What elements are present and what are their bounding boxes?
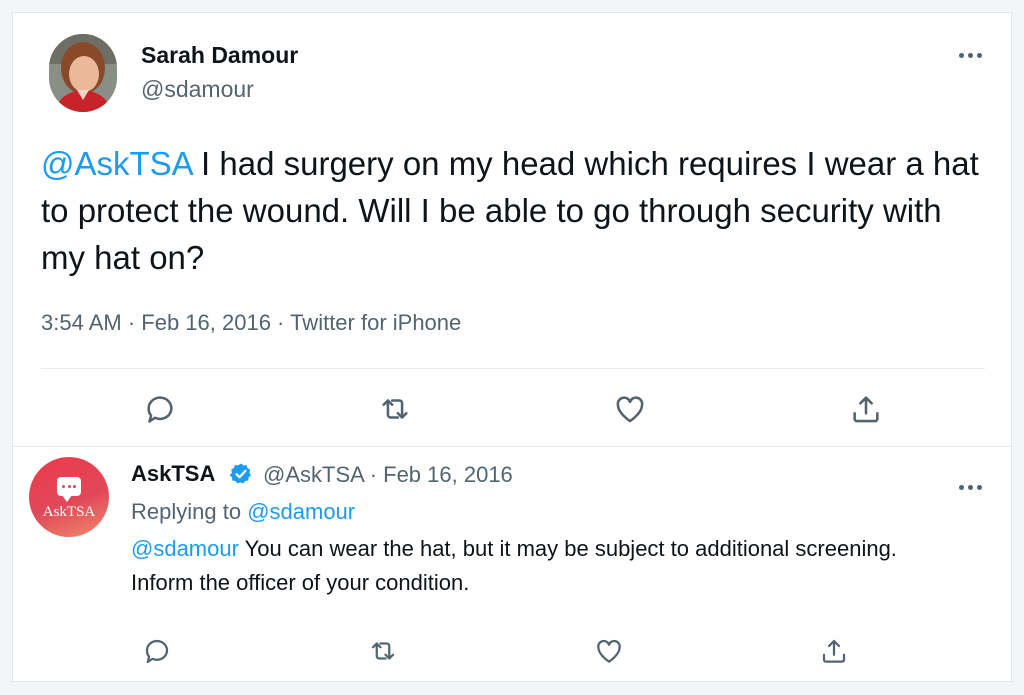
more-options-icon[interactable] (955, 47, 985, 63)
reply-mention-link[interactable]: @sdamour (131, 536, 239, 561)
chat-bubble-icon (57, 477, 81, 502)
replying-to-link[interactable]: @sdamour (247, 499, 355, 524)
author-avatar[interactable] (49, 34, 117, 112)
share-icon[interactable] (814, 631, 854, 671)
tweet-thread-card: Sarah Damour @sdamour @AskTSA I had surg… (12, 12, 1012, 682)
like-icon[interactable] (610, 389, 650, 429)
share-icon[interactable] (846, 389, 886, 429)
retweet-icon[interactable] (363, 631, 403, 671)
tweet-timestamp[interactable]: 3:54 AM · Feb 16, 2016 · Twitter for iPh… (41, 310, 461, 336)
reply-handle-date[interactable]: @AskTSA · Feb 16, 2016 (263, 462, 513, 488)
tweet-text: @AskTSA I had surgery on my head which r… (41, 140, 981, 281)
reply-author-name[interactable]: AskTSA (131, 461, 215, 487)
replying-to: Replying to @sdamour (131, 499, 356, 524)
reply-more-options-icon[interactable] (955, 479, 985, 495)
reply-icon[interactable] (137, 631, 177, 671)
reply-text: @sdamour You can wear the hat, but it ma… (131, 532, 931, 600)
mention-link[interactable]: @AskTSA (41, 145, 192, 182)
author-handle[interactable]: @sdamour (141, 76, 254, 103)
author-name[interactable]: Sarah Damour (141, 42, 298, 69)
asktsa-logo: AskTSA (42, 504, 96, 520)
tweet-separator (13, 446, 1011, 447)
divider (41, 368, 985, 369)
verified-badge-icon (229, 462, 253, 486)
asktsa-avatar[interactable]: AskTSA (29, 457, 109, 537)
like-icon[interactable] (589, 631, 629, 671)
retweet-icon[interactable] (375, 389, 415, 429)
reply-body: You can wear the hat, but it may be subj… (131, 536, 897, 595)
reply-icon[interactable] (140, 389, 180, 429)
